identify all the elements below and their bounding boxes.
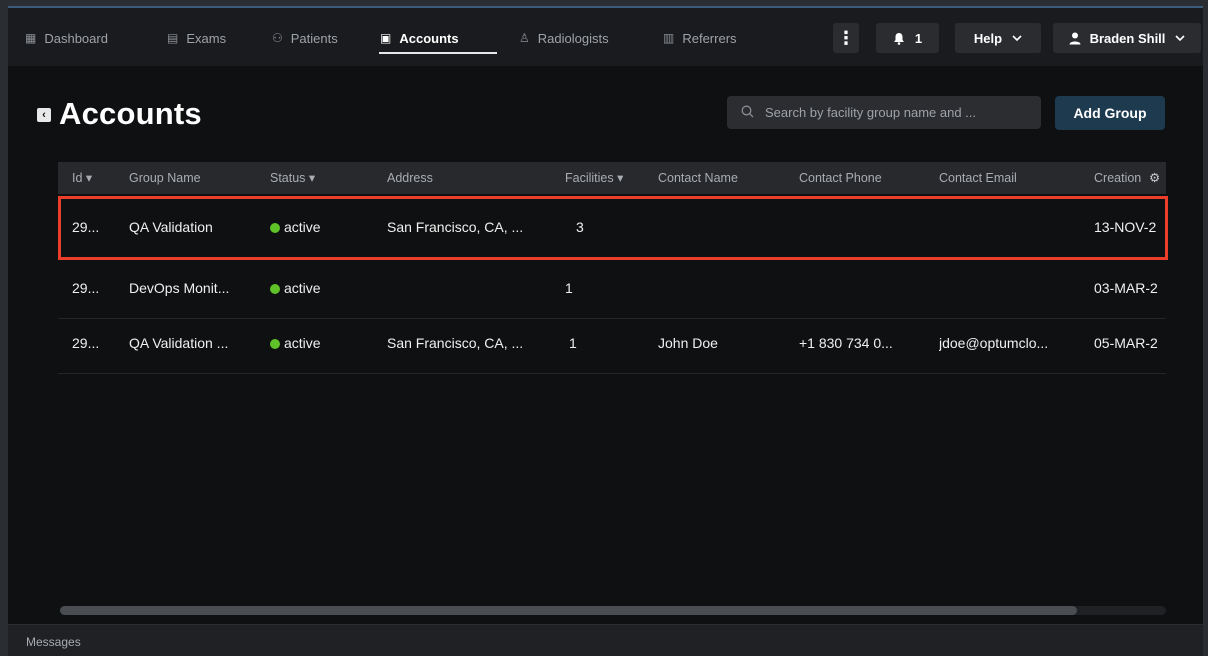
back-arrow-icon: ‹ xyxy=(42,109,46,121)
page-title: Accounts xyxy=(59,96,202,131)
nav-dashboard-label: Dashboard xyxy=(44,30,108,46)
horizontal-scrollbar[interactable] xyxy=(60,606,1166,615)
column-header-id[interactable]: Id ▾ xyxy=(72,162,92,194)
cell-creation: 05-MAR-2 xyxy=(1094,335,1158,351)
cell-id: 29... xyxy=(72,335,100,351)
user-icon xyxy=(1069,32,1081,44)
scrollbar-thumb[interactable] xyxy=(60,606,1077,615)
nav-radiologists-label: Radiologists xyxy=(537,30,609,46)
cell-facilities: 1 xyxy=(569,335,577,351)
dashboard-icon: ▦ xyxy=(25,31,37,45)
cell-address: San Francisco, CA, ... xyxy=(387,219,524,235)
column-settings-icon[interactable]: ⚙ xyxy=(1149,162,1163,194)
nav-patients[interactable]: ⚇ Patients xyxy=(272,28,338,48)
more-menu-button[interactable]: ⋮ xyxy=(833,23,859,53)
cell-group-name: QA Validation xyxy=(129,219,213,235)
cell-status: active xyxy=(270,313,321,373)
nav-referrers[interactable]: ▥ Referrers xyxy=(663,28,737,48)
chevron-down-icon xyxy=(1175,35,1185,41)
nav-referrers-label: Referrers xyxy=(682,30,737,46)
cell-id: 29... xyxy=(72,219,100,235)
messages-label: Messages xyxy=(26,635,81,649)
column-header-facilities[interactable]: Facilities ▾ xyxy=(565,162,623,194)
column-header-creation[interactable]: Creation xyxy=(1094,162,1150,194)
add-group-button[interactable]: Add Group xyxy=(1055,96,1165,130)
search-icon xyxy=(741,105,763,121)
exams-icon: ▤ xyxy=(167,31,179,45)
nav-dashboard[interactable]: ▦ Dashboard xyxy=(25,28,108,48)
bell-icon xyxy=(893,32,904,45)
active-tab-indicator xyxy=(379,52,497,54)
cell-status: active xyxy=(270,197,321,257)
cell-address: San Francisco, CA, ... xyxy=(387,335,524,351)
column-header-contact-name[interactable]: Contact Name xyxy=(658,162,738,194)
help-label: Help xyxy=(973,30,1003,46)
cell-facilities: 1 xyxy=(565,280,573,296)
column-header-contact-email[interactable]: Contact Email xyxy=(939,162,1017,194)
nav-patients-label: Patients xyxy=(290,30,338,46)
radiologists-icon: ♙ xyxy=(519,31,530,45)
top-navigation: ▦ Dashboard ▤ Exams ⚇ Patients ▣ Account… xyxy=(8,8,1203,66)
user-menu-button[interactable]: Braden Shill xyxy=(1053,23,1201,53)
messages-panel[interactable]: Messages xyxy=(8,624,1203,656)
cell-contact-email: jdoe@optumclo... xyxy=(939,335,1049,351)
table-row[interactable]: 29... QA Validation ... active San Franc… xyxy=(58,313,1166,374)
table-header: Id ▾ Group Name Status ▾ Address Facilit… xyxy=(58,162,1166,194)
back-button[interactable]: ‹ xyxy=(37,108,51,122)
nav-accounts[interactable]: ▣ Accounts xyxy=(380,28,459,48)
status-label: active xyxy=(284,335,321,351)
cell-contact-phone: +1 830 734 0... xyxy=(799,335,893,351)
notifications-button[interactable]: 1 xyxy=(876,23,939,53)
more-vertical-icon: ⋮ xyxy=(837,27,855,48)
status-active-dot xyxy=(270,284,280,294)
cell-id: 29... xyxy=(72,280,100,296)
status-label: active xyxy=(284,219,321,235)
notifications-count: 1 xyxy=(914,30,923,46)
nav-radiologists[interactable]: ♙ Radiologists xyxy=(519,28,609,48)
cell-status: active xyxy=(270,258,321,318)
nav-accounts-label: Accounts xyxy=(399,30,459,46)
cell-contact-name: John Doe xyxy=(658,335,718,351)
cell-creation: 03-MAR-2 xyxy=(1094,280,1158,296)
cell-creation: 13-NOV-2 xyxy=(1094,219,1157,235)
table-row[interactable]: 29... DevOps Monit... active 1 03-MAR-2 xyxy=(58,258,1166,319)
cell-facilities: 3 xyxy=(576,219,584,235)
patients-icon: ⚇ xyxy=(272,31,283,45)
nav-exams[interactable]: ▤ Exams xyxy=(167,28,226,48)
column-header-group-name[interactable]: Group Name xyxy=(129,162,201,194)
status-active-dot xyxy=(270,223,280,233)
column-header-address[interactable]: Address xyxy=(387,162,433,194)
user-name: Braden Shill xyxy=(1089,30,1166,46)
cell-group-name: DevOps Monit... xyxy=(129,280,230,296)
search-input[interactable] xyxy=(763,104,1037,121)
column-header-contact-phone[interactable]: Contact Phone xyxy=(799,162,882,194)
table-row[interactable]: 29... QA Validation active San Francisco… xyxy=(58,197,1166,258)
nav-exams-label: Exams xyxy=(186,30,227,46)
cell-group-name: QA Validation ... xyxy=(129,335,229,351)
accounts-icon: ▣ xyxy=(380,31,392,45)
referrers-icon: ▥ xyxy=(663,31,675,45)
chevron-down-icon xyxy=(1012,35,1022,41)
status-active-dot xyxy=(270,339,280,349)
app-window: ▦ Dashboard ▤ Exams ⚇ Patients ▣ Account… xyxy=(8,6,1203,656)
status-label: active xyxy=(284,280,321,296)
help-menu-button[interactable]: Help xyxy=(955,23,1041,53)
column-header-status[interactable]: Status ▾ xyxy=(270,162,315,194)
search-box[interactable] xyxy=(727,96,1041,129)
